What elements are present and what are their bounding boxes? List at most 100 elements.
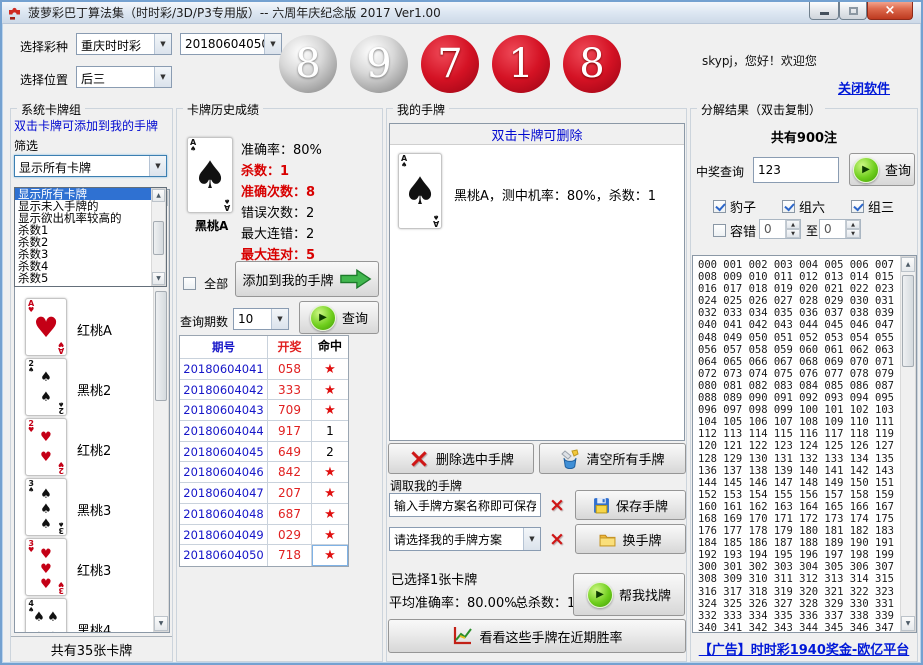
all-checkbox[interactable]: 全部: [183, 273, 228, 292]
hit-cell[interactable]: ★: [312, 462, 348, 482]
card-list-item[interactable]: 3♠♠♠♠3♠黑桃3: [15, 478, 169, 538]
clear-all-button[interactable]: 清空所有手牌: [539, 443, 686, 474]
draw-cell[interactable]: 058: [268, 359, 312, 379]
scheme-name-input[interactable]: [389, 493, 541, 517]
table-row[interactable]: 20180604042333★: [180, 380, 348, 401]
card-红桃3[interactable]: 3♥♥♥♥3♥: [25, 538, 67, 596]
filter-dropdown-list[interactable]: ▲ ▼ 显示所有卡牌显示未入手牌的显示欲出机率较高的杀数1杀数2杀数3杀数4杀数…: [14, 187, 167, 287]
draw-cell[interactable]: 917: [268, 421, 312, 441]
filter-combo[interactable]: 显示所有卡牌 ▼: [14, 155, 167, 177]
issue-cell[interactable]: 20180604047: [180, 483, 268, 503]
tolerance-to-spinner[interactable]: 0 ▲▼: [819, 219, 861, 239]
card-list-item[interactable]: 2♠♠♠2♠黑桃2: [15, 358, 169, 418]
scroll-thumb[interactable]: [153, 221, 164, 255]
draw-cell[interactable]: 333: [268, 380, 312, 400]
scroll-up-icon[interactable]: ▲: [152, 189, 165, 202]
card-黑桃4[interactable]: 4♠♠♠♠♠4♠: [25, 598, 67, 633]
save-hand-button[interactable]: 保存手牌: [575, 490, 686, 520]
result-checkbox-组三[interactable]: 组三: [851, 197, 894, 216]
filter-option[interactable]: 显示所有卡牌: [15, 188, 166, 200]
issue-cell[interactable]: 20180604044: [180, 421, 268, 441]
swap-hand-button[interactable]: 换手牌: [575, 524, 686, 554]
filter-option[interactable]: 杀数5: [15, 272, 166, 284]
clear-scheme-x-icon[interactable]: ×: [549, 530, 565, 549]
draw-cell[interactable]: 842: [268, 462, 312, 482]
issue-cell[interactable]: 20180604048: [180, 504, 268, 524]
card-list-item[interactable]: 3♥♥♥♥3♥红桃3: [15, 538, 169, 598]
card-黑桃3[interactable]: 3♠♠♠♠3♠: [25, 478, 67, 536]
history-table[interactable]: 期号开奖命中20180604041058★20180604042333★2018…: [179, 335, 349, 567]
card-list-item[interactable]: A♥♥A♥红桃A: [15, 298, 169, 358]
filter-option[interactable]: 杀数4: [15, 260, 166, 272]
hand-list[interactable]: A♠♠A♠黑桃A，测中机率：80%，杀数：1: [390, 145, 684, 237]
scroll-up-icon[interactable]: ▲: [901, 257, 915, 272]
hit-cell[interactable]: 2: [312, 442, 348, 462]
history-query-button[interactable]: ▶ 查询: [299, 301, 379, 334]
result-checkbox-豹子[interactable]: 豹子: [713, 197, 756, 216]
numbers-scrollbar[interactable]: ▲ ▼: [900, 256, 916, 632]
issue-cell[interactable]: 20180604042: [180, 380, 268, 400]
issue-cell[interactable]: 20180604049: [180, 525, 268, 545]
card-list-item[interactable]: 4♠♠♠♠♠4♠黑桃4: [15, 598, 169, 633]
hit-cell[interactable]: ★: [312, 545, 348, 566]
hit-cell[interactable]: ★: [312, 504, 348, 524]
table-row[interactable]: 20180604047207★: [180, 483, 348, 504]
delete-selected-button[interactable]: × 删除选中手牌: [388, 443, 534, 474]
card-红桃2[interactable]: 2♥♥♥2♥: [25, 418, 67, 476]
spin-down-icon[interactable]: ▼: [846, 229, 860, 238]
table-row[interactable]: 20180604048687★: [180, 504, 348, 525]
table-row[interactable]: 20180604043709★: [180, 400, 348, 421]
table-row[interactable]: 20180604041058★: [180, 359, 348, 380]
table-row[interactable]: 20180604046842★: [180, 462, 348, 483]
result-numbers-box[interactable]: 000 001 002 003 004 005 006 007 008 009 …: [692, 255, 917, 633]
spin-down-icon[interactable]: ▼: [786, 229, 800, 238]
find-cards-button[interactable]: ▶ 帮我找牌: [573, 573, 685, 616]
hit-cell[interactable]: 1: [312, 421, 348, 441]
maximize-button[interactable]: [839, 2, 867, 20]
card-黑桃A[interactable]: A♠♠A♠: [187, 137, 233, 213]
table-row[interactable]: 201806040456492: [180, 442, 348, 463]
close-software-link[interactable]: 关闭软件: [838, 78, 890, 97]
filter-option[interactable]: 显示未入手牌的: [15, 200, 166, 212]
spin-up-icon[interactable]: ▲: [846, 220, 860, 229]
tolerance-checkbox[interactable]: 容错: [713, 221, 756, 240]
result-checkbox-组六[interactable]: 组六: [782, 197, 825, 216]
recent-winrate-button[interactable]: 看看这些手牌在近期胜率: [388, 619, 686, 653]
scroll-thumb[interactable]: [902, 275, 914, 367]
win-query-input[interactable]: [753, 157, 839, 183]
scroll-down-icon[interactable]: ▼: [152, 272, 165, 285]
table-row[interactable]: 201806040449171: [180, 421, 348, 442]
position-combo[interactable]: 后三 ▼: [76, 66, 172, 88]
card-黑桃2[interactable]: 2♠♠♠2♠: [25, 358, 67, 416]
hit-cell[interactable]: ★: [312, 483, 348, 503]
spin-up-icon[interactable]: ▲: [786, 220, 800, 229]
scroll-down-icon[interactable]: ▼: [901, 616, 915, 631]
filter-option[interactable]: 显示欲出机率较高的: [15, 212, 166, 224]
periods-combo[interactable]: 10 ▼: [233, 308, 289, 330]
card-list-item[interactable]: 2♥♥♥2♥红桃2: [15, 418, 169, 478]
hit-cell[interactable]: ★: [312, 525, 348, 545]
filter-option[interactable]: 杀数3: [15, 248, 166, 260]
issue-cell[interactable]: 20180604045: [180, 442, 268, 462]
draw-cell[interactable]: 687: [268, 504, 312, 524]
add-to-hand-button[interactable]: 添加到我的手牌: [235, 261, 379, 297]
issue-cell[interactable]: 20180604041: [180, 359, 268, 379]
draw-cell[interactable]: 718: [268, 545, 312, 566]
table-row[interactable]: 20180604050718★: [180, 545, 348, 566]
draw-cell[interactable]: 029: [268, 525, 312, 545]
hand-item[interactable]: A♠♠A♠黑桃A，测中机率：80%，杀数：1: [390, 145, 684, 237]
result-query-button[interactable]: ▶ 查询: [849, 153, 915, 186]
issue-cell[interactable]: 20180604046: [180, 462, 268, 482]
tolerance-from-spinner[interactable]: 0 ▲▼: [759, 219, 801, 239]
issue-cell[interactable]: 20180604043: [180, 400, 268, 420]
card-红桃A[interactable]: A♥♥A♥: [25, 298, 67, 356]
filter-option[interactable]: 杀数1: [15, 224, 166, 236]
draw-cell[interactable]: 709: [268, 400, 312, 420]
draw-cell[interactable]: 649: [268, 442, 312, 462]
dropdown-scrollbar[interactable]: ▲ ▼: [151, 188, 166, 286]
issue-cell[interactable]: 20180604050: [180, 545, 268, 566]
hit-cell[interactable]: ★: [312, 400, 348, 420]
ad-link[interactable]: 【广告】时时彩1940奖金-欧亿平台: [691, 639, 917, 658]
hit-cell[interactable]: ★: [312, 380, 348, 400]
draw-cell[interactable]: 207: [268, 483, 312, 503]
